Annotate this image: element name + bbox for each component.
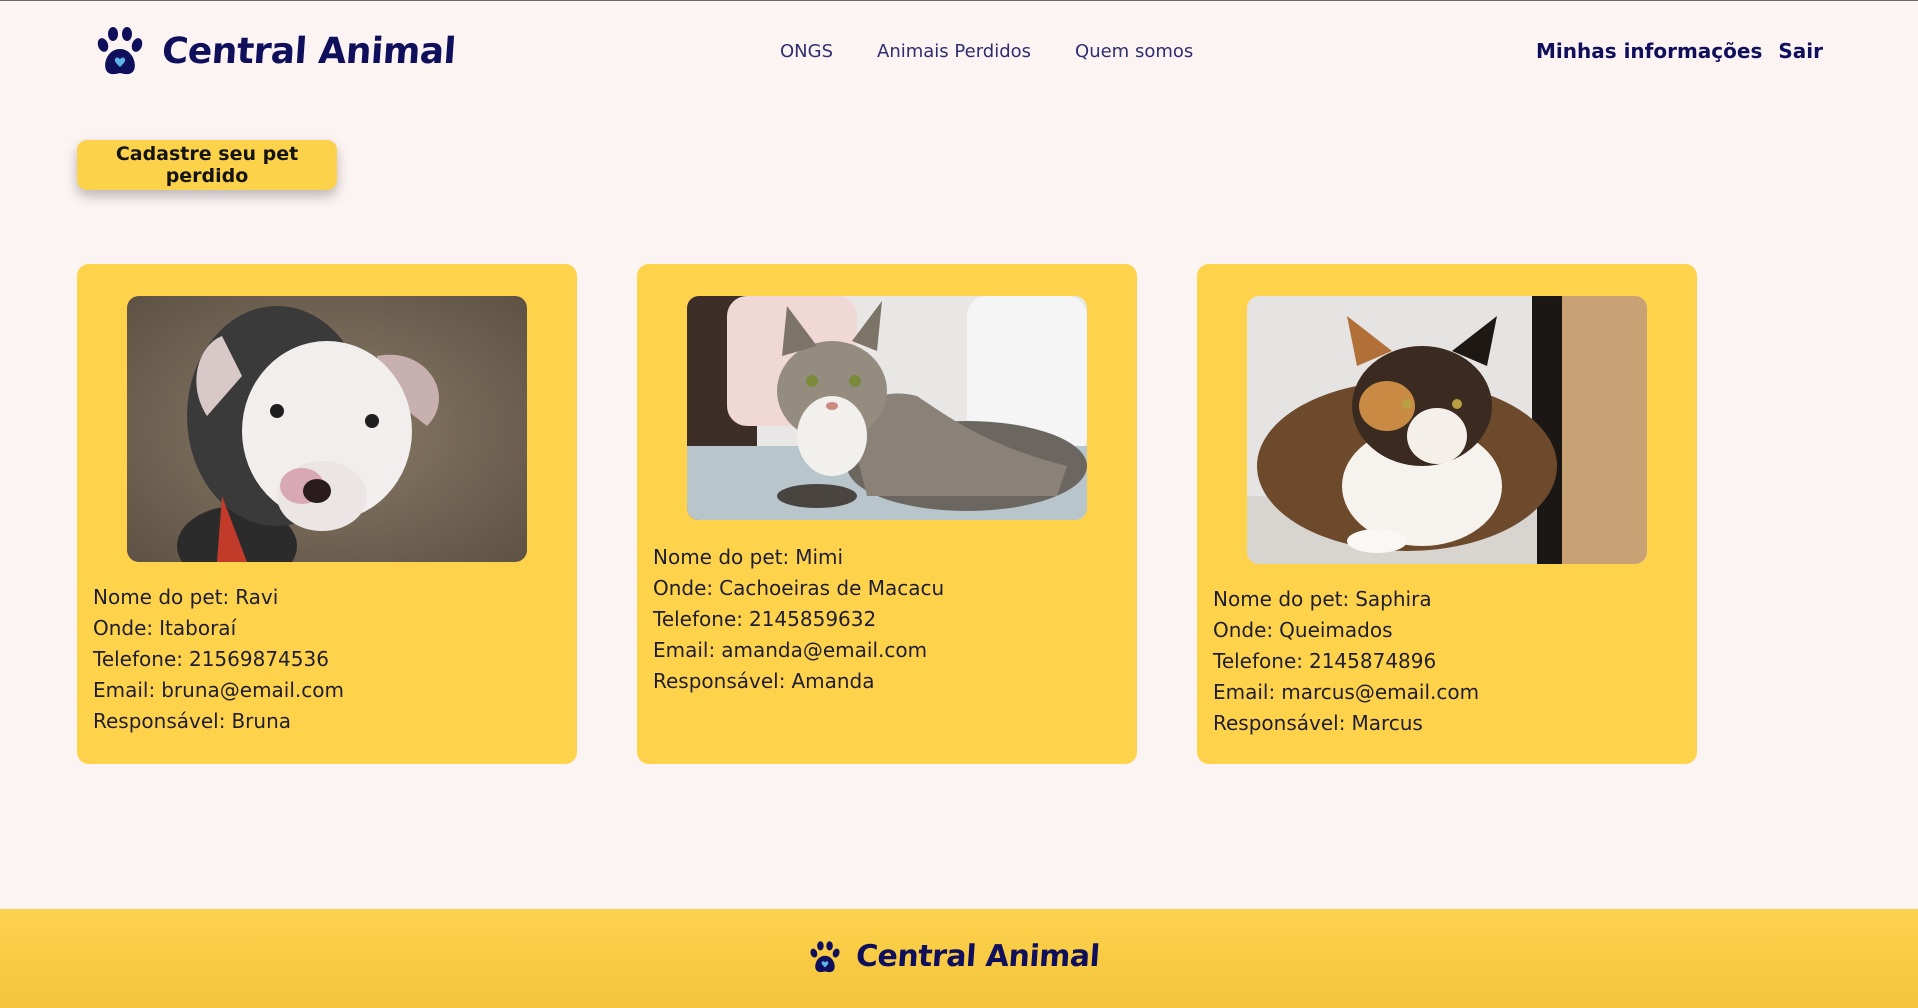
pet-email-label: Email:	[1213, 680, 1276, 704]
pet-name: Nome do pet: Saphira	[1213, 584, 1479, 615]
pet-location-value: Queimados	[1279, 618, 1393, 642]
logo-link[interactable]: Central Animal	[94, 23, 458, 79]
pet-email-value: marcus@email.com	[1281, 680, 1480, 704]
pet-info-list: Nome do pet: Mimi Onde: Cachoeiras de Maca…	[653, 542, 944, 697]
my-info-link[interactable]: Minhas informações	[1536, 39, 1762, 63]
pet-owner-value: Marcus	[1351, 711, 1423, 735]
pet-owner: Responsável: Amanda	[653, 666, 944, 697]
pet-info-list: Nome do pet: Saphira Onde: Queimados Telef…	[1213, 584, 1479, 739]
pet-phone: Telefone: 2145859632	[653, 604, 944, 635]
pet-phone-value: 2145874896	[1308, 649, 1437, 673]
pet-location-label: Onde:	[653, 576, 714, 600]
pet-location-value: Itaboraí	[159, 616, 237, 640]
pet-location-label: Onde:	[1213, 618, 1274, 642]
logout-link[interactable]: Sair	[1778, 39, 1823, 63]
pet-phone-value: 2145859632	[748, 607, 877, 631]
pet-email-value: amanda@email.com	[721, 638, 928, 662]
pet-card: Nome do pet: Mimi Onde: Cachoeiras de Maca…	[637, 264, 1137, 764]
pet-card: Nome do pet: Ravi Onde: Itaboraí Telefone:…	[77, 264, 577, 764]
footer-brand-name: Central Animal	[854, 939, 1101, 974]
pet-email-value: bruna@email.com	[161, 678, 344, 702]
paw-logo-icon	[94, 25, 146, 77]
pet-photo-dog	[127, 296, 527, 562]
pet-email-label: Email:	[653, 638, 716, 662]
pet-phone-label: Telefone:	[653, 607, 743, 631]
paw-logo-icon	[808, 940, 842, 974]
pet-email: Email: bruna@email.com	[93, 675, 344, 706]
pet-name-label: Nome do pet:	[93, 585, 230, 609]
pet-location-label: Onde:	[93, 616, 154, 640]
pet-name-value: Saphira	[1355, 587, 1432, 611]
pet-phone-label: Telefone:	[93, 647, 183, 671]
pet-name: Nome do pet: Mimi	[653, 542, 944, 573]
pet-location: Onde: Queimados	[1213, 615, 1479, 646]
pet-location: Onde: Cachoeiras de Macacu	[653, 573, 944, 604]
pet-owner-label: Responsável:	[93, 709, 226, 733]
pet-name-label: Nome do pet:	[653, 545, 790, 569]
register-lost-pet-button[interactable]: Cadastre seu pet perdido	[77, 140, 337, 190]
user-nav: Minhas informações Sair	[1536, 39, 1823, 63]
nav-link-animais-perdidos[interactable]: Animais Perdidos	[877, 41, 1031, 62]
pet-name-value: Mimi	[795, 545, 844, 569]
pet-name: Nome do pet: Ravi	[93, 582, 344, 613]
nav-link-ongs[interactable]: ONGS	[780, 41, 833, 62]
pet-card: Nome do pet: Saphira Onde: Queimados Telef…	[1197, 264, 1697, 764]
pet-name-label: Nome do pet:	[1213, 587, 1350, 611]
site-footer: Central Animal	[0, 909, 1918, 1008]
pet-phone: Telefone: 21569874536	[93, 644, 344, 675]
pet-owner-label: Responsável:	[653, 669, 786, 693]
pet-name-value: Ravi	[235, 585, 279, 609]
pet-photo-calico-cat	[1247, 296, 1647, 564]
pet-phone-value: 21569874536	[188, 647, 329, 671]
pet-photo-tabby-cat	[687, 296, 1087, 520]
pet-location-value: Cachoeiras de Macacu	[719, 576, 945, 600]
pet-info-list: Nome do pet: Ravi Onde: Itaboraí Telefone:…	[93, 582, 344, 737]
pet-email-label: Email:	[93, 678, 156, 702]
pet-phone-label: Telefone:	[1213, 649, 1303, 673]
pet-phone: Telefone: 2145874896	[1213, 646, 1479, 677]
site-header: Central Animal ONGS Animais Perdidos Que…	[0, 1, 1918, 101]
pet-owner: Responsável: Marcus	[1213, 708, 1479, 739]
footer-logo: Central Animal	[808, 939, 1101, 974]
pet-email: Email: marcus@email.com	[1213, 677, 1479, 708]
pet-owner: Responsável: Bruna	[93, 706, 344, 737]
brand-name: Central Animal	[160, 30, 458, 72]
pet-owner-value: Amanda	[791, 669, 875, 693]
pet-owner-label: Responsável:	[1213, 711, 1346, 735]
main-nav: ONGS Animais Perdidos Quem somos	[780, 41, 1193, 62]
nav-link-quem-somos[interactable]: Quem somos	[1075, 41, 1193, 62]
pet-location: Onde: Itaboraí	[93, 613, 344, 644]
pet-email: Email: amanda@email.com	[653, 635, 944, 666]
pet-owner-value: Bruna	[231, 709, 292, 733]
